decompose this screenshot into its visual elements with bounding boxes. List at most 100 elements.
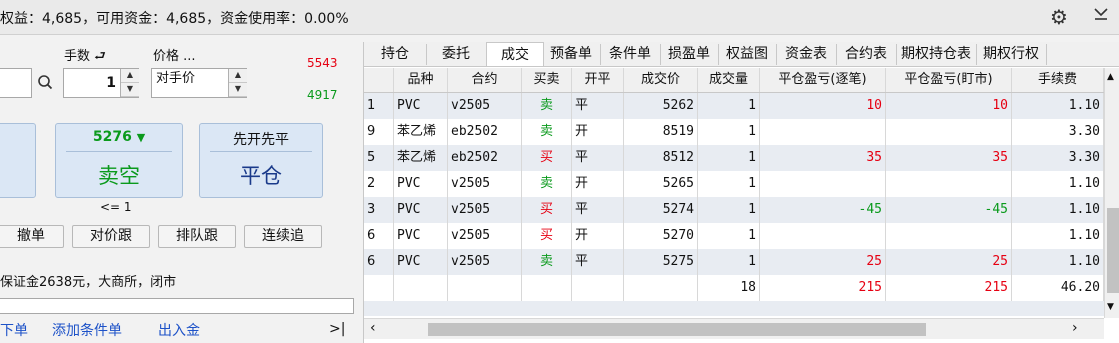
quantity-stepper[interactable]: 1 ▲ ▼ — [63, 68, 139, 98]
cell-pnl_mtm: 25 — [886, 249, 1012, 275]
sell-short-button[interactable]: 5276 ▼ 卖空 — [55, 123, 183, 198]
tab-9[interactable]: 期权持仓表 — [896, 44, 977, 65]
tab-0[interactable]: 持仓 — [364, 44, 427, 65]
cell-vol: 1 — [698, 93, 760, 119]
cancel-order-button[interactable]: 撤单 — [0, 225, 64, 248]
gear-icon[interactable]: ⚙ — [1048, 6, 1070, 28]
add-condition-link[interactable]: 添加条件单 — [52, 320, 122, 340]
cell-price: 5262 — [624, 93, 698, 119]
tab-3[interactable]: 预备单 — [542, 44, 601, 65]
place-order-link[interactable]: 下单 — [0, 320, 28, 340]
quantity-spin[interactable]: ▲ ▼ — [120, 69, 139, 97]
cell-vol: 18 — [698, 275, 760, 301]
close-position-button[interactable]: 先开先平 平仓 — [199, 123, 323, 198]
cell-product: 苯乙烯 — [394, 145, 448, 171]
spin-up-icon[interactable]: ▲ — [229, 69, 247, 83]
cell-product: 苯乙烯 — [394, 119, 448, 145]
cell-price: 5274 — [624, 197, 698, 223]
cell-contract: v2505 — [448, 171, 522, 197]
contract-input[interactable] — [0, 68, 32, 98]
column-header-vol[interactable]: 成交量 — [698, 68, 760, 92]
scroll-down-icon[interactable]: ▼ — [1107, 302, 1114, 312]
tab-2[interactable]: 成交 — [486, 42, 544, 66]
vertical-scrollbar[interactable]: ▲ ▼ — [1104, 68, 1119, 318]
tab-10[interactable]: 期权行权 — [976, 44, 1047, 65]
tab-1[interactable]: 委托 — [426, 44, 487, 65]
cell-oc: 开 — [572, 119, 624, 145]
price-spin[interactable]: ▲ ▼ — [228, 69, 247, 97]
table-header: 品种 合约 买卖 开平 成交价 成交量 平仓盈亏(逐笔) 平仓盈亏(盯市) 手续费 — [364, 68, 1104, 93]
horizontal-scrollbar[interactable]: ‹ › — [364, 318, 1104, 339]
cell-contract: v2505 — [448, 93, 522, 119]
cell-side: 卖 — [522, 119, 572, 145]
cell-idx: 5 — [364, 145, 394, 171]
quantity-value[interactable]: 1 — [64, 69, 116, 97]
cell-vol: 1 — [698, 197, 760, 223]
tab-4[interactable]: 条件单 — [600, 44, 661, 65]
cell-price: 8512 — [624, 145, 698, 171]
price-value[interactable]: 对手价 — [156, 69, 195, 97]
sell-short-label: 卖空 — [98, 164, 140, 188]
vertical-scroll-thumb[interactable] — [1107, 208, 1119, 293]
cell-product: PVC — [394, 93, 448, 119]
table-row[interactable]: 3 PVC v2505 买平 5274 1 -45 -45 1.10 — [364, 197, 1104, 223]
cell-side — [522, 275, 572, 301]
table-row[interactable]: 9 苯乙烯 eb2502 卖开 8519 1 3.30 — [364, 119, 1104, 145]
column-header-oc[interactable]: 开平 — [572, 68, 624, 92]
cell-pnl_trade — [760, 171, 886, 197]
cell-pnl_mtm: -45 — [886, 197, 1012, 223]
spin-up-icon[interactable]: ▲ — [121, 69, 139, 83]
scroll-up-icon[interactable]: ▲ — [1107, 72, 1114, 82]
horizontal-scroll-thumb[interactable] — [428, 323, 926, 336]
collapse-panel-icon[interactable]: >| — [329, 321, 345, 337]
cell-vol: 1 — [698, 145, 760, 171]
cell-oc: 平 — [572, 197, 624, 223]
scroll-right-icon[interactable]: › — [1072, 320, 1078, 336]
table-row[interactable]: 2 PVC v2505 卖开 5265 1 1.10 — [364, 171, 1104, 197]
spin-down-icon[interactable]: ▼ — [121, 83, 139, 97]
table-row[interactable]: 6 PVC v2505 买开 5270 1 1.10 — [364, 223, 1104, 249]
column-header-contract[interactable]: 合约 — [448, 68, 522, 92]
column-header-side[interactable]: 买卖 — [522, 68, 572, 92]
deposit-link[interactable]: 出入金 — [158, 320, 200, 340]
chase-queue-button[interactable]: 排队跟 — [158, 225, 236, 248]
price-stepper[interactable]: 对手价 ▲ ▼ — [151, 68, 247, 98]
column-header-pnl_trade[interactable]: 平仓盈亏(逐笔) — [760, 68, 886, 92]
trades-panel: 持仓 委托 成交 预备单 条件单 损盈单 权益图 资金表 合约表 期权持仓表 期权行权 品种 合约 买卖… — [363, 42, 1119, 343]
table-row[interactable]: 6 PVC v2505 卖平 5275 1 25 25 1.10 — [364, 249, 1104, 275]
column-header-product[interactable]: 品种 — [394, 68, 448, 92]
limit-note: <= 1 — [100, 200, 132, 214]
search-icon[interactable] — [37, 73, 53, 91]
close-label: 平仓 — [240, 164, 282, 188]
spin-down-icon[interactable]: ▼ — [229, 83, 247, 97]
cell-fee: 3.30 — [1012, 145, 1104, 171]
cell-pnl_mtm: 10 — [886, 93, 1012, 119]
collapse-icon[interactable] — [1090, 6, 1112, 28]
tab-6[interactable]: 权益图 — [718, 44, 777, 65]
cell-fee: 1.10 — [1012, 171, 1104, 197]
tab-8[interactable]: 合约表 — [836, 44, 897, 65]
return-icon: ⮐ — [94, 49, 106, 64]
cell-contract: v2505 — [448, 249, 522, 275]
triangle-down-icon: ▼ — [136, 131, 146, 144]
column-header-index — [364, 68, 394, 92]
scroll-left-icon[interactable]: ‹ — [370, 320, 376, 336]
column-header-price[interactable]: 成交价 — [624, 68, 698, 92]
column-header-pnl_mtm[interactable]: 平仓盈亏(盯市) — [886, 68, 1012, 92]
cell-fee: 46.20 — [1012, 275, 1104, 301]
table-row[interactable]: 5 苯乙烯 eb2502 买平 8512 1 35 35 3.30 — [364, 145, 1104, 171]
chase-counter-button[interactable]: 对价跟 — [72, 225, 150, 248]
column-header-fee[interactable]: 手续费 — [1012, 68, 1104, 92]
cell-idx: 3 — [364, 197, 394, 223]
chase-continuous-button[interactable]: 连续追 — [244, 225, 322, 248]
cell-idx: 6 — [364, 249, 394, 275]
tab-5[interactable]: 损盈单 — [660, 44, 719, 65]
cell-side: 卖 — [522, 171, 572, 197]
price-label[interactable]: 价格 ... — [153, 45, 196, 64]
buy-open-button[interactable] — [0, 123, 36, 198]
cell-pnl_mtm — [886, 119, 1012, 145]
cell-pnl_mtm — [886, 171, 1012, 197]
table-row[interactable]: 1 PVC v2505 卖平 5262 1 10 10 1.10 — [364, 93, 1104, 119]
cell-pnl_trade: -45 — [760, 197, 886, 223]
tab-7[interactable]: 资金表 — [776, 44, 837, 65]
